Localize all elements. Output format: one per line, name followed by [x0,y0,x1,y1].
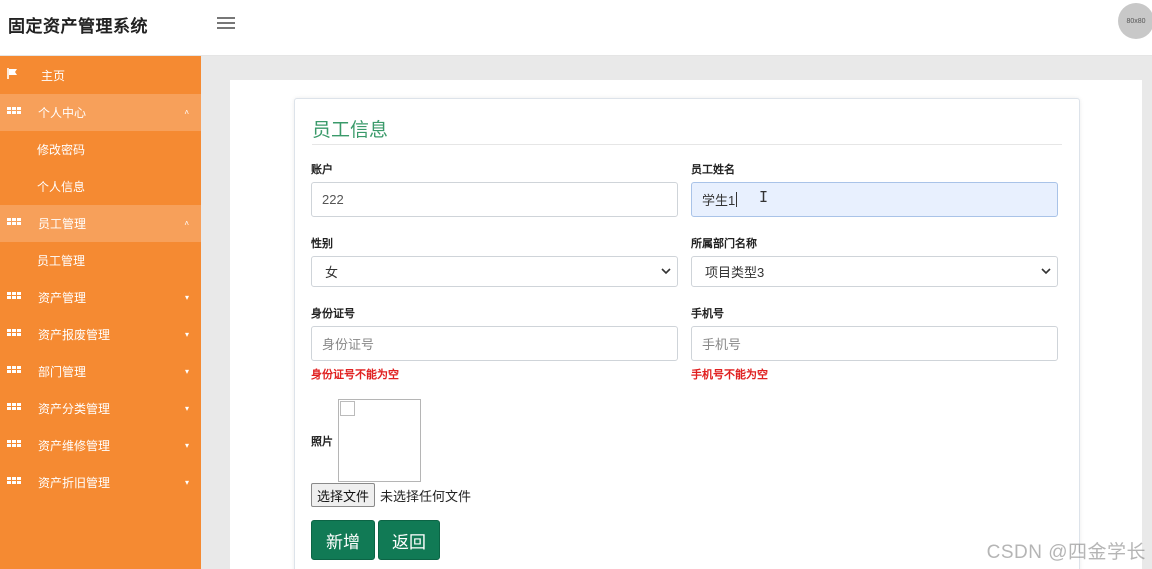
grid-icon [7,403,21,413]
chevron-down-icon: ▾ [184,367,189,376]
department-label: 所属部门名称 [691,238,757,250]
grid-icon [7,329,21,339]
sidebar-item-label: 个人中心 [38,106,87,120]
department-selected-value: 项目类型3 [705,265,765,280]
sidebar-item-asset-management[interactable]: 资产管理 ▾ [0,279,201,316]
phone-label: 手机号 [691,308,724,320]
back-button[interactable]: 返回 [378,520,440,560]
sidebar-subitem-change-password[interactable]: 修改密码 [0,131,201,168]
sidebar-item-label: 资产维修管理 [38,439,111,453]
account-value: 222 [322,192,344,207]
account-label: 账户 [311,164,333,176]
sidebar-item-department-management[interactable]: 部门管理 ▾ [0,353,201,390]
grid-icon [7,477,21,487]
sidebar: 主页 个人中心 ˄ 修改密码 个人信息 员工管理 ˄ 员工管理 资产管理 ▾ 资… [0,56,201,569]
id-number-placeholder: 身份证号 [322,337,375,352]
sidebar-subitem-employee-management[interactable]: 员工管理 [0,242,201,279]
employee-name-field[interactable]: 学生1 [691,182,1058,217]
form-title: 员工信息 [312,120,389,141]
sidebar-item-asset-repair-management[interactable]: 资产维修管理 ▾ [0,427,201,464]
grid-icon [7,107,21,117]
phone-error: 手机号不能为空 [691,369,768,381]
chevron-up-icon: ˄ [184,219,189,228]
hamburger-menu-icon[interactable] [217,14,235,30]
phone-placeholder: 手机号 [702,337,742,352]
sidebar-item-personal-center[interactable]: 个人中心 ˄ [0,94,201,131]
account-field[interactable]: 222 [311,182,678,217]
grid-icon [7,440,21,450]
photo-label: 照片 [311,436,333,448]
grid-icon [7,366,21,376]
sidebar-item-label: 部门管理 [38,365,87,379]
watermark: CSDN @四金学长 [986,542,1146,563]
divider [312,144,1062,145]
chevron-down-icon: ▾ [184,330,189,339]
id-number-field[interactable]: 身份证号 [311,326,678,361]
flag-icon [7,68,19,79]
employee-name-label: 员工姓名 [691,164,735,176]
add-button[interactable]: 新增 [311,520,375,560]
employee-name-value: 学生1 [702,193,736,208]
sidebar-item-label: 资产管理 [38,291,87,305]
sidebar-item-asset-scrap-management[interactable]: 资产报废管理 ▾ [0,316,201,353]
chevron-down-icon: ▾ [184,404,189,413]
id-number-error: 身份证号不能为空 [311,369,399,381]
gender-label: 性别 [311,238,333,250]
id-number-label: 身份证号 [311,308,355,320]
photo-preview [338,399,421,482]
gender-select[interactable]: 女 [311,256,678,287]
chevron-down-icon [1041,268,1051,275]
sidebar-item-asset-category-management[interactable]: 资产分类管理 ▾ [0,390,201,427]
app-title: 固定资产管理系统 [8,17,148,36]
sidebar-subitem-personal-info[interactable]: 个人信息 [0,168,201,205]
sidebar-item-employee-management[interactable]: 员工管理 ˄ [0,205,201,242]
file-status-text: 未选择任何文件 [380,489,472,504]
sidebar-item-label: 资产折旧管理 [38,476,111,490]
choose-file-button[interactable]: 选择文件 [311,483,376,507]
sidebar-item-label: 资产报废管理 [38,328,111,342]
chevron-down-icon: ▾ [184,293,189,302]
ibeam-cursor-icon: I [759,188,769,206]
grid-icon [7,292,21,302]
avatar[interactable]: 80x80 [1118,3,1152,39]
top-header: 固定资产管理系统 80x80 [0,0,1152,56]
chevron-down-icon [661,268,671,275]
sidebar-item-label: 资产分类管理 [38,402,111,416]
chevron-up-icon: ˄ [184,108,189,117]
phone-field[interactable]: 手机号 [691,326,1058,361]
chevron-down-icon: ▾ [184,441,189,450]
sidebar-item-asset-depreciation-management[interactable]: 资产折旧管理 ▾ [0,464,201,501]
grid-icon [7,218,21,228]
sidebar-item-label: 主页 [41,68,66,83]
text-cursor [736,192,738,207]
gender-selected-value: 女 [325,265,339,280]
department-select[interactable]: 项目类型3 [691,256,1058,287]
sidebar-item-label: 员工管理 [38,217,87,231]
sidebar-item-home[interactable]: 主页 [0,56,201,94]
broken-image-icon [340,401,355,416]
chevron-down-icon: ▾ [184,478,189,487]
